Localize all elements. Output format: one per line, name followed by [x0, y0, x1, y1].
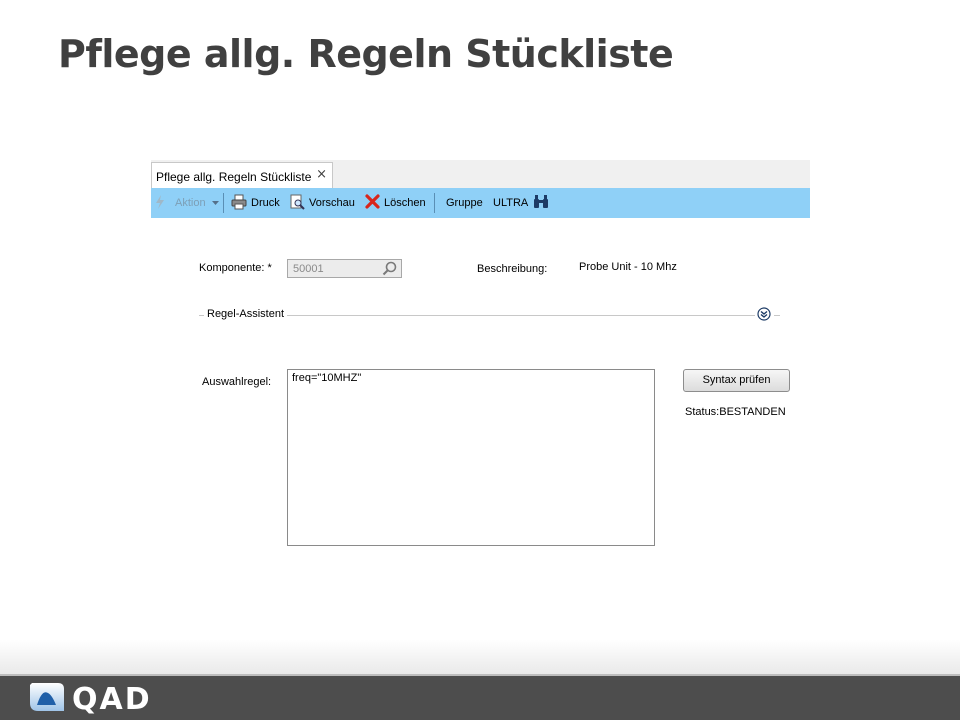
toolbar-separator [434, 193, 435, 213]
binoculars-icon [533, 194, 549, 212]
vorschau-button[interactable]: Vorschau [289, 188, 355, 218]
lightning-icon [155, 194, 165, 212]
tab-bar: Pflege allg. Regeln Stückliste × [151, 160, 810, 188]
toolbar: Aktion Druck Vorschau Löschen Gruppe ULT… [151, 188, 810, 218]
qad-logo-icon [28, 681, 66, 718]
aktion-label: Aktion [175, 197, 206, 209]
status-text: Status:BESTANDEN [685, 406, 786, 418]
auswahlregel-textarea[interactable]: freq="10MHZ" [287, 369, 655, 546]
printer-icon [231, 194, 247, 213]
qad-logo: QAD [28, 681, 152, 718]
tab-label: Pflege allg. Regeln Stückliste [156, 170, 312, 184]
aktion-menu[interactable]: Aktion [155, 188, 219, 218]
slide-title: Pflege allg. Regeln Stückliste [58, 32, 674, 76]
collapse-icon[interactable] [757, 307, 771, 321]
ultra-label: ULTRA [493, 197, 529, 209]
vorschau-label: Vorschau [309, 197, 355, 209]
binoculars-button[interactable] [533, 188, 553, 218]
section-divider [287, 315, 755, 316]
loeschen-button[interactable]: Löschen [365, 188, 426, 218]
komponente-value: 50001 [293, 263, 324, 275]
qad-logo-text: QAD [72, 681, 152, 717]
beschreibung-value: Probe Unit - 10 Mhz [579, 261, 677, 273]
gruppe-button[interactable]: Gruppe [446, 188, 483, 218]
gruppe-label: Gruppe [446, 197, 483, 209]
footer-fade [0, 640, 960, 676]
delete-icon [365, 194, 380, 212]
syntax-check-button[interactable]: Syntax prüfen [683, 369, 790, 392]
toolbar-separator [223, 193, 224, 213]
section-divider-right [774, 315, 780, 316]
druck-label: Druck [251, 197, 280, 209]
ultra-button[interactable]: ULTRA [493, 188, 528, 218]
komponente-field[interactable]: 50001 [287, 259, 402, 278]
komponente-label: Komponente: * [199, 262, 272, 274]
search-icon[interactable] [382, 261, 398, 279]
loeschen-label: Löschen [384, 197, 426, 209]
regel-assistent-label: Regel-Assistent [207, 308, 285, 320]
auswahlregel-label: Auswahlregel: [202, 376, 272, 388]
section-divider-left [199, 315, 204, 316]
druck-button[interactable]: Druck [231, 188, 280, 218]
beschreibung-label: Beschreibung: [477, 263, 548, 275]
close-icon[interactable]: × [316, 167, 327, 182]
chevron-down-icon [211, 197, 219, 209]
preview-icon [289, 194, 305, 213]
tab-pflege-regeln[interactable]: Pflege allg. Regeln Stückliste × [151, 162, 333, 188]
